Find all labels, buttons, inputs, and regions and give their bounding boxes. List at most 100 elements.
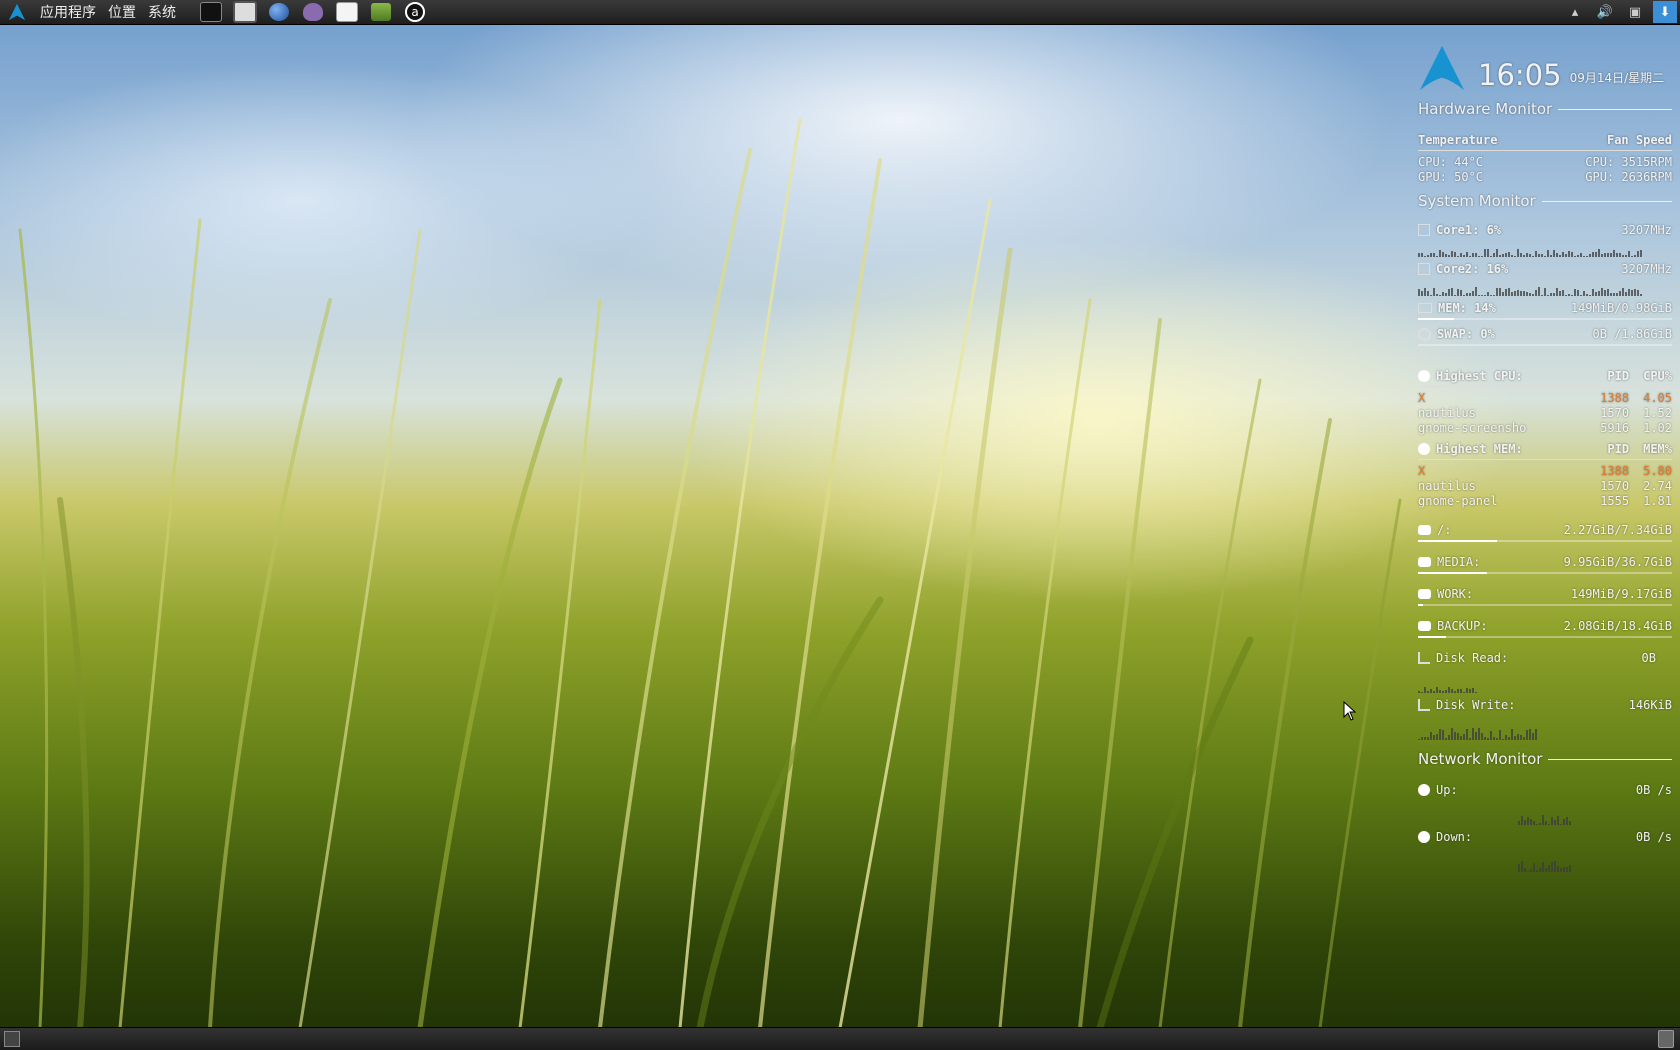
cpu-icon — [1418, 263, 1430, 275]
volume-icon[interactable]: 🔊 — [1593, 1, 1617, 23]
disk-bar-fill — [1418, 636, 1446, 638]
graph-bar — [1433, 253, 1435, 257]
graph-bar — [1436, 294, 1438, 296]
disk-label: WORK: — [1437, 586, 1474, 601]
graph-bar — [1517, 249, 1519, 257]
disk-row: WORK: 149MiB/9.17GiB — [1418, 586, 1672, 601]
amazon-icon[interactable]: a — [403, 1, 427, 23]
graph-bar — [1487, 292, 1489, 296]
top-mem-list: X 1388 5.80 nautilus 1570 2.74 gnome-panel 1555… — [1418, 463, 1672, 508]
graph-bar — [1536, 824, 1538, 825]
process-pid: 1555 — [1600, 493, 1630, 508]
graph-bar — [1559, 255, 1561, 257]
graph-bar — [1580, 253, 1582, 257]
book-icon[interactable] — [369, 1, 393, 23]
process-name: X — [1418, 463, 1426, 478]
graph-bar — [1547, 295, 1549, 296]
arch-menu-icon[interactable] — [5, 1, 29, 23]
graph-bar — [1557, 866, 1559, 872]
graph-bar — [1493, 295, 1495, 296]
graph-bar — [1499, 255, 1501, 257]
graph-bar — [1457, 689, 1459, 693]
graph-bar — [1535, 729, 1537, 740]
tray-arrow-icon[interactable]: ▴ — [1563, 1, 1587, 23]
graph-bar — [1640, 294, 1642, 296]
disk-label: /: — [1437, 522, 1452, 537]
process-row: gnome-panel 1555 1.81 — [1418, 493, 1672, 508]
monitor-icon[interactable] — [233, 1, 257, 23]
update-icon[interactable]: ⬇ — [1653, 1, 1677, 23]
graph-bar — [1490, 295, 1492, 296]
system-tray: ▴ 🔊 ▣ ⬇ — [1560, 0, 1680, 24]
graph-bar — [1625, 292, 1627, 296]
net-down-row: Down: 0B /s — [1418, 829, 1672, 844]
graph-bar — [1457, 289, 1459, 296]
graph-bar — [1463, 734, 1465, 740]
hardware-monitor-title: Hardware Monitor — [1418, 100, 1672, 118]
graph-bar — [1436, 687, 1438, 693]
pidgin-icon[interactable] — [301, 1, 325, 23]
process-value: 5.80 — [1643, 463, 1672, 478]
trash-icon[interactable] — [1658, 1030, 1674, 1048]
disk-usage: 9.95GiB/36.7GiB — [1563, 554, 1672, 569]
graph-bar — [1439, 729, 1441, 740]
graph-bar — [1631, 290, 1633, 296]
graph-bar — [1445, 254, 1447, 257]
graph-bar — [1542, 815, 1544, 825]
graph-bar — [1442, 730, 1444, 740]
graph-bar — [1439, 250, 1441, 257]
graph-bar — [1556, 288, 1558, 296]
graph-bar — [1463, 295, 1465, 296]
graph-bar — [1436, 734, 1438, 740]
graph-bar — [1539, 868, 1541, 872]
graph-bar — [1551, 862, 1553, 872]
graph-bar — [1478, 256, 1480, 257]
disk-row: MEDIA: 9.95GiB/36.7GiB — [1418, 554, 1672, 569]
graph-bar — [1524, 820, 1526, 825]
show-desktop-icon[interactable] — [4, 1031, 20, 1047]
graph-bar — [1421, 253, 1423, 257]
network-icon[interactable]: ▣ — [1623, 1, 1647, 23]
graph-bar — [1514, 256, 1516, 257]
menu-applications[interactable]: 应用程序 — [34, 2, 102, 22]
disk-read-graph — [1418, 667, 1672, 693]
harddisk-icon — [1418, 589, 1431, 599]
core2-row: Core2: 16% 3207MHz — [1418, 261, 1672, 276]
graph-bar — [1577, 290, 1579, 296]
graph-bar — [1554, 861, 1556, 872]
graph-bar — [1568, 251, 1570, 257]
graph-bar — [1604, 290, 1606, 296]
graph-bar — [1521, 861, 1523, 872]
graph-bar — [1445, 293, 1447, 296]
graph-bar — [1538, 254, 1540, 257]
menu-system[interactable]: 系统 — [142, 2, 182, 22]
text-editor-icon[interactable] — [335, 1, 359, 23]
graph-bar — [1484, 295, 1486, 296]
disk-bar-fill — [1418, 604, 1424, 606]
graph-bar — [1502, 739, 1504, 740]
graph-bar — [1631, 256, 1633, 257]
process-pid: 1388 — [1600, 390, 1630, 405]
graph-bar — [1589, 295, 1591, 296]
graph-bar — [1583, 291, 1585, 296]
disk-bar — [1418, 604, 1672, 606]
graph-bar — [1421, 737, 1423, 740]
globe-icon[interactable] — [267, 1, 291, 23]
graph-bar — [1598, 291, 1600, 296]
graph-bar — [1518, 821, 1520, 825]
graph-bar — [1472, 253, 1474, 257]
menu-places[interactable]: 位置 — [102, 2, 142, 22]
graph-bar — [1595, 292, 1597, 296]
terminal-icon[interactable] — [199, 1, 223, 23]
graph-bar — [1457, 256, 1459, 257]
mouse-cursor — [1343, 701, 1357, 721]
graph-bar — [1554, 820, 1556, 825]
graph-bar — [1472, 291, 1474, 296]
graph-bar — [1475, 253, 1477, 257]
graph-bar — [1475, 732, 1477, 740]
graph-bar — [1637, 290, 1639, 296]
graph-bar — [1430, 689, 1432, 693]
graph-bar — [1548, 824, 1550, 825]
graph-bar — [1421, 692, 1423, 693]
process-name: nautilus — [1418, 478, 1476, 493]
